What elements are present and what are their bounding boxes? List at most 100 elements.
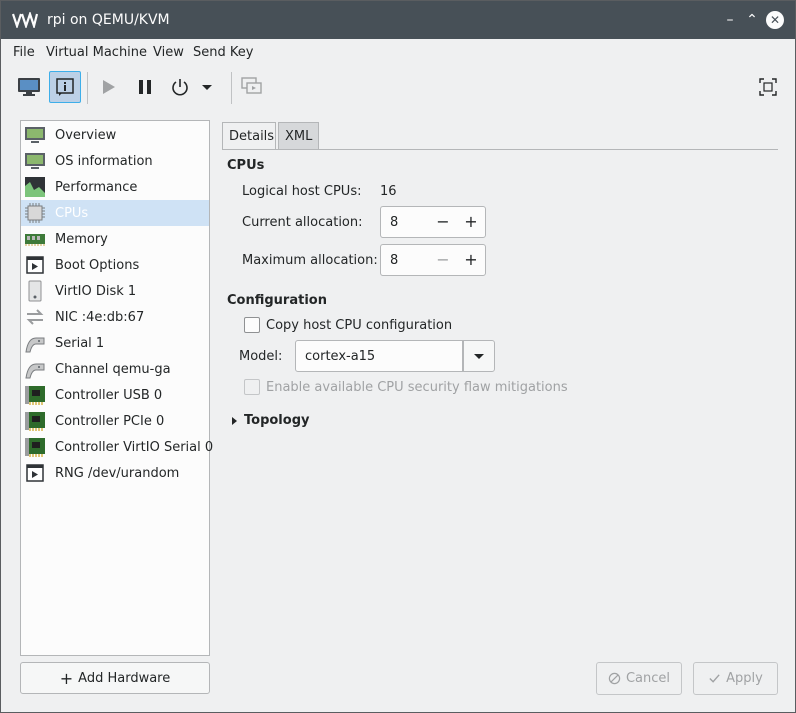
- cpus-heading: CPUs: [227, 158, 265, 173]
- chevron-down-icon: [474, 354, 484, 359]
- tab-xml[interactable]: XML: [278, 122, 319, 149]
- maximum-allocation-value: 8: [390, 253, 399, 268]
- sidebar-item-label: OS information: [55, 153, 153, 169]
- serial-icon: [25, 337, 45, 353]
- monitor-icon: [25, 153, 45, 169]
- close-icon[interactable]: ✕: [766, 11, 784, 29]
- sidebar-item-label: Boot Options: [55, 257, 140, 273]
- sidebar-item-label: CPUs: [55, 205, 89, 221]
- cancel-label: Cancel: [625, 671, 671, 686]
- sidebar-item-nic[interactable]: NIC :4e:db:67: [21, 304, 209, 330]
- add-hardware-button[interactable]: + Add Hardware: [20, 662, 210, 694]
- shutdown-button[interactable]: [164, 71, 196, 103]
- sidebar-item-rng[interactable]: RNG /dev/urandom: [21, 460, 209, 486]
- menu-bar: File Virtual Machine View Send Key: [1, 39, 795, 67]
- maximum-allocation-spinner[interactable]: 8 − +: [380, 244, 486, 276]
- sidebar-item-os-information[interactable]: OS information: [21, 148, 209, 174]
- maximum-allocation-label: Maximum allocation:: [242, 253, 378, 268]
- controller-card-icon: [25, 438, 45, 457]
- sidebar-item-serial[interactable]: Serial 1: [21, 330, 209, 356]
- topology-label: Topology: [244, 413, 310, 428]
- sidebar-item-controller-pcie[interactable]: Controller PCIe 0: [21, 408, 209, 434]
- pause-button[interactable]: [129, 71, 161, 103]
- fullscreen-button[interactable]: [752, 71, 784, 103]
- cancel-icon: [608, 672, 621, 685]
- show-details-button[interactable]: [49, 71, 81, 103]
- monitor-icon: [18, 78, 40, 96]
- tab-xml-label: XML: [285, 129, 313, 144]
- sidebar-item-memory[interactable]: Memory: [21, 226, 209, 252]
- chevron-right-icon: [232, 416, 237, 425]
- sidebar-item-label: VirtIO Disk 1: [55, 283, 137, 299]
- tab-divider: [222, 149, 778, 150]
- apply-label: Apply: [726, 671, 763, 686]
- logical-host-cpus-label: Logical host CPUs:: [242, 184, 362, 199]
- info-icon: [56, 78, 74, 96]
- sidebar-item-label: Controller USB 0: [55, 387, 163, 403]
- logical-host-cpus-value: 16: [380, 184, 397, 199]
- title-bar[interactable]: rpi on QEMU/KVM – ⌃ ✕: [1, 1, 795, 39]
- checkmark-icon: [709, 674, 720, 683]
- toolbar-separator: [231, 72, 232, 104]
- sidebar-item-virtio-disk[interactable]: VirtIO Disk 1: [21, 278, 209, 304]
- sidebar-item-channel[interactable]: Channel qemu-ga: [21, 356, 209, 382]
- cpu-chip-icon: [25, 203, 45, 223]
- decrement-button[interactable]: −: [432, 249, 454, 271]
- fullscreen-icon: [759, 78, 777, 96]
- maximize-icon[interactable]: ⌃: [743, 11, 761, 29]
- tab-details-label: Details: [229, 129, 275, 144]
- show-console-button[interactable]: [13, 71, 45, 103]
- cpu-mitigations-checkbox[interactable]: [244, 379, 260, 395]
- sidebar-item-label: Serial 1: [55, 335, 105, 351]
- sidebar-item-label: RNG /dev/urandom: [55, 465, 180, 481]
- current-allocation-value: 8: [390, 215, 399, 230]
- window-title: rpi on QEMU/KVM: [47, 12, 170, 28]
- run-button[interactable]: [92, 71, 124, 103]
- shutdown-menu-button[interactable]: [197, 71, 217, 103]
- configuration-heading: Configuration: [227, 293, 327, 308]
- power-icon: [172, 79, 188, 96]
- topology-expander[interactable]: Topology: [231, 413, 309, 428]
- cpu-mitigations-label: Enable available CPU security flaw mitig…: [266, 380, 568, 395]
- controller-card-icon: [25, 412, 45, 431]
- sidebar-item-boot-options[interactable]: Boot Options: [21, 252, 209, 278]
- sidebar-item-label: Controller PCIe 0: [55, 413, 165, 429]
- pause-icon: [139, 80, 151, 94]
- menu-file[interactable]: File: [13, 45, 35, 60]
- copy-host-cpu-checkbox[interactable]: [244, 317, 260, 333]
- model-combo-input[interactable]: cortex-a15: [295, 340, 463, 372]
- controller-card-icon: [25, 386, 45, 405]
- monitor-icon: [25, 127, 45, 143]
- hardware-list: Overview OS information Performance CPUs…: [20, 120, 213, 656]
- increment-button[interactable]: +: [460, 249, 482, 271]
- network-icon: [26, 309, 44, 325]
- sidebar-item-overview[interactable]: Overview: [21, 122, 209, 148]
- sidebar-item-label: Controller VirtIO Serial 0: [55, 439, 214, 455]
- decrement-button[interactable]: −: [432, 211, 454, 233]
- apply-button[interactable]: Apply: [693, 662, 778, 695]
- cancel-button[interactable]: Cancel: [596, 662, 682, 695]
- model-value: cortex-a15: [305, 349, 376, 364]
- sidebar-item-cpus[interactable]: CPUs: [21, 200, 209, 226]
- tab-details[interactable]: Details: [222, 122, 276, 149]
- sidebar-item-controller-usb[interactable]: Controller USB 0: [21, 382, 209, 408]
- menu-send-key[interactable]: Send Key: [193, 45, 253, 60]
- snapshots-button[interactable]: [236, 71, 268, 103]
- toolbar-separator: [87, 72, 88, 104]
- virt-manager-logo-icon: [12, 12, 38, 28]
- sidebar-item-performance[interactable]: Performance: [21, 174, 209, 200]
- minimize-icon[interactable]: –: [721, 11, 739, 29]
- toolbar: [1, 67, 795, 109]
- sidebar-item-label: NIC :4e:db:67: [55, 309, 145, 325]
- performance-graph-icon: [25, 177, 45, 197]
- memory-icon: [25, 234, 45, 246]
- boot-icon: [26, 464, 44, 482]
- menu-view[interactable]: View: [153, 45, 184, 60]
- boot-icon: [26, 256, 44, 274]
- plus-icon: +: [59, 668, 74, 688]
- model-dropdown-button[interactable]: [463, 340, 495, 372]
- menu-virtual-machine[interactable]: Virtual Machine: [46, 45, 147, 60]
- sidebar-item-controller-virtio-serial[interactable]: Controller VirtIO Serial 0: [21, 434, 213, 460]
- current-allocation-spinner[interactable]: 8 − +: [380, 206, 486, 238]
- increment-button[interactable]: +: [460, 211, 482, 233]
